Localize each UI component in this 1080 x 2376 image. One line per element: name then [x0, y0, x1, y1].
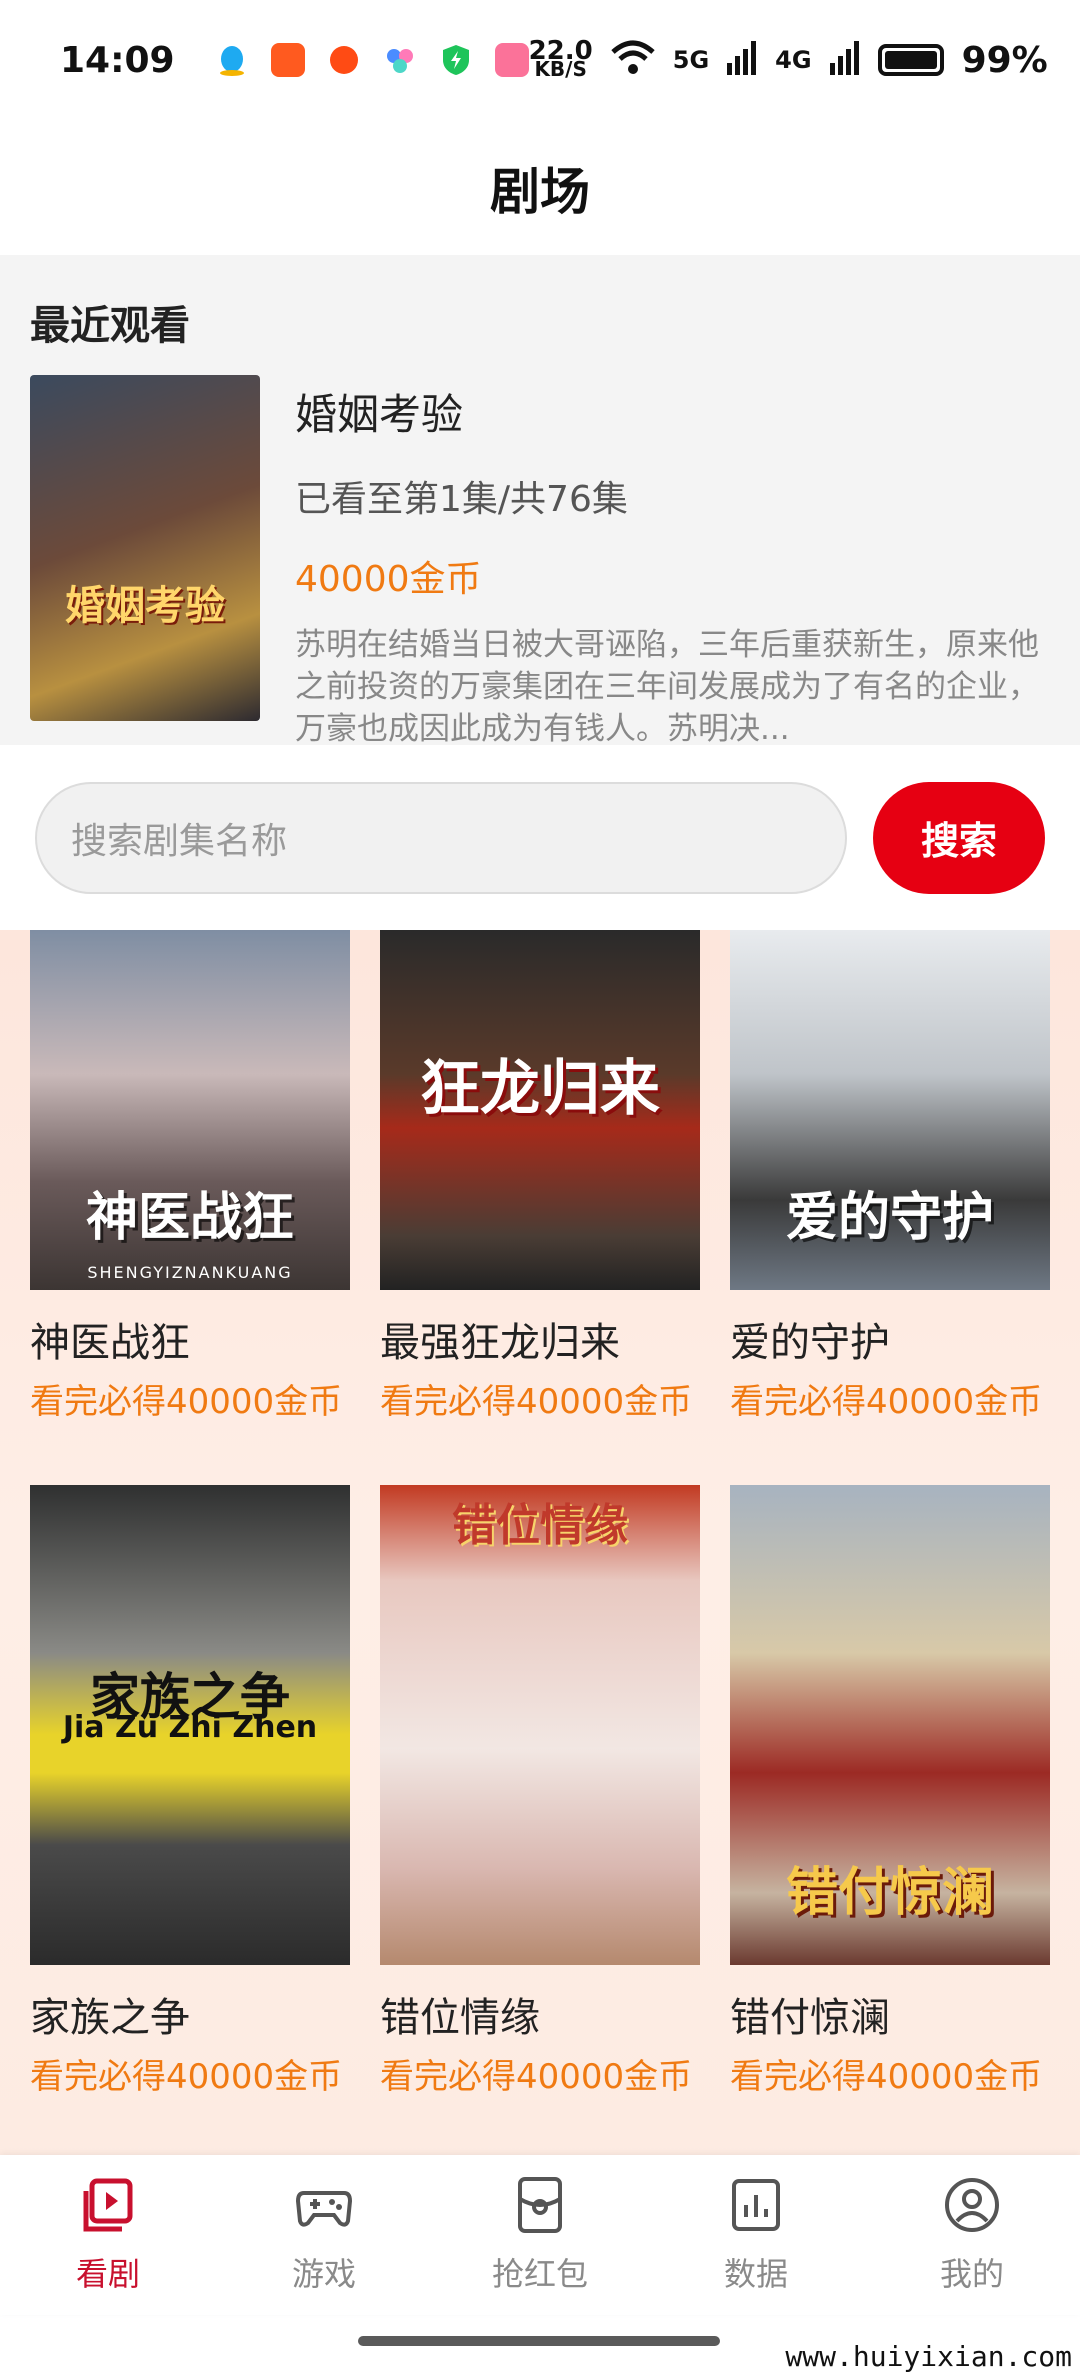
drama-name: 家族之争: [30, 1995, 190, 2041]
recent-section: 最近观看 婚姻考验 婚姻考验 已看至第1集/共76集 40000金币 苏明在结婚…: [0, 255, 1080, 747]
battery-icon: [877, 44, 944, 76]
search-placeholder: 搜索剧集名称: [71, 820, 288, 862]
drama-reward: 看完必得40000金币: [730, 1382, 1043, 1422]
poster-title: 错付惊澜: [785, 1862, 994, 1923]
drama-card[interactable]: 家族之争 Jia Zu Zhi Zhen 家族之争 看完必得40000金币: [30, 1485, 350, 2099]
tab-label: 看剧: [75, 2255, 140, 2293]
signal-bars-icon: [829, 41, 860, 79]
drama-card[interactable]: 狂龙归来 最强狂龙归来 看完必得40000金币: [380, 930, 700, 1424]
tab-games[interactable]: 游戏: [234, 2175, 414, 2295]
red-packet-icon: [510, 2175, 570, 2235]
tab-data[interactable]: 数据: [666, 2175, 846, 2295]
poster-subtitle: Jia Zu Zhi Zhen: [62, 1710, 318, 1745]
drama-reward: 看完必得40000金币: [30, 2057, 343, 2097]
qq-icon: [215, 43, 249, 77]
drama-name: 错付惊澜: [730, 1995, 890, 2041]
watermark: www.huiyixian.com: [785, 2340, 1072, 2373]
drama-card[interactable]: 错位情缘 错位情缘 看完必得40000金币: [380, 1485, 700, 2099]
recent-coins: 40000金币: [295, 559, 482, 600]
weibo-icon: [327, 43, 361, 77]
recent-title: 婚姻考验: [295, 390, 464, 439]
drama-poster[interactable]: 错付惊澜: [730, 1485, 1050, 1965]
poster-subtitle: SHENGYIZNANKUANG: [87, 1263, 293, 1282]
tab-label: 游戏: [291, 2255, 356, 2293]
status-bar: 14:09 22.0 KB/S 5G 4G 99%: [0, 0, 1080, 120]
battery-percent: 99%: [961, 39, 1048, 81]
tab-red-packet[interactable]: 抢红包: [450, 2175, 630, 2295]
poster-title: 错位情缘: [452, 1500, 628, 1551]
page-header: 剧场: [0, 120, 1080, 255]
drama-card[interactable]: 爱的守护 爱的守护 看完必得40000金币: [730, 930, 1050, 1424]
tab-label: 抢红包: [491, 2255, 588, 2293]
drama-poster[interactable]: 狂龙归来: [380, 930, 700, 1290]
drama-poster[interactable]: 家族之争 Jia Zu Zhi Zhen: [30, 1485, 350, 1965]
status-time: 14:09: [60, 39, 175, 81]
drama-poster[interactable]: 爱的守护: [730, 930, 1050, 1290]
search-button[interactable]: 搜索: [873, 781, 1045, 894]
tab-label: 数据: [723, 2255, 788, 2293]
bilibili-icon: [494, 43, 529, 77]
tab-profile[interactable]: 我的: [882, 2175, 1062, 2295]
recent-item[interactable]: 婚姻考验 婚姻考验 已看至第1集/共76集 40000金币 苏明在结婚当日被大哥…: [30, 375, 1050, 750]
recent-cover-title: 婚姻考验: [65, 582, 225, 629]
tab-label: 我的: [939, 2255, 1004, 2293]
signal-5g-label: 5G: [672, 46, 710, 74]
drama-reward: 看完必得40000金币: [380, 1382, 693, 1422]
drama-name: 神医战狂: [30, 1320, 190, 1366]
kuaishou-icon: [270, 43, 305, 77]
poster-title: 神医战狂: [85, 1187, 294, 1248]
bottom-tab-bar: 看剧 游戏 抢红包 数据 我的: [0, 2155, 1080, 2315]
drama-name: 最强狂龙归来: [380, 1320, 620, 1366]
signal-bars-icon: [727, 41, 757, 79]
cluster-app-icon: [383, 43, 417, 77]
drama-card[interactable]: 错付惊澜 错付惊澜 看完必得40000金币: [730, 1485, 1050, 2099]
recent-description: 苏明在结婚当日被大哥诬陷，三年后重获新生，原来他之前投资的万豪集团在三年间发展成…: [295, 627, 1039, 747]
search-input[interactable]: 搜索剧集名称: [35, 781, 847, 894]
poster-title: 爱的守护: [785, 1187, 994, 1248]
notification-icons: [215, 43, 529, 77]
drama-reward: 看完必得40000金币: [730, 2057, 1043, 2097]
wifi-icon: [611, 40, 655, 80]
status-right: 22.0 KB/S 5G 4G 99%: [528, 36, 1048, 81]
drama-poster[interactable]: 错位情缘: [380, 1485, 700, 1965]
drama-reward: 看完必得40000金币: [30, 1382, 343, 1422]
drama-reward: 看完必得40000金币: [380, 2057, 693, 2097]
page-title: 剧场: [490, 162, 590, 221]
drama-card[interactable]: 神医战狂 SHENGYIZNANKUANG 神医战狂 看完必得40000金币: [30, 930, 350, 1424]
recent-progress: 已看至第1集/共76集: [295, 479, 628, 520]
poster-title: 狂龙归来: [420, 1054, 660, 1124]
search-row: 搜索剧集名称 搜索: [35, 780, 1045, 895]
profile-icon: [942, 2175, 1002, 2235]
drama-name: 错位情缘: [380, 1995, 540, 2041]
gamepad-icon: [294, 2175, 354, 2235]
drama-name: 爱的守护: [730, 1320, 890, 1366]
tab-watch[interactable]: 看剧: [18, 2175, 198, 2295]
signal-4g-label: 4G: [775, 46, 812, 74]
play-video-icon: [78, 2175, 138, 2235]
network-speed: 22.0 KB/S: [528, 36, 593, 81]
drama-poster[interactable]: 神医战狂 SHENGYIZNANKUANG: [30, 930, 350, 1290]
drama-grid: 神医战狂 SHENGYIZNANKUANG 神医战狂 看完必得40000金币 狂…: [0, 930, 1080, 2155]
security-shield-icon: [439, 43, 473, 77]
home-indicator[interactable]: [358, 2336, 720, 2346]
recent-heading: 最近观看: [30, 303, 190, 349]
recent-cover-image[interactable]: 婚姻考验: [30, 375, 260, 721]
bar-chart-icon: [726, 2175, 786, 2235]
recent-info: 婚姻考验 已看至第1集/共76集 40000金币 苏明在结婚当日被大哥诬陷，三年…: [295, 375, 1050, 750]
